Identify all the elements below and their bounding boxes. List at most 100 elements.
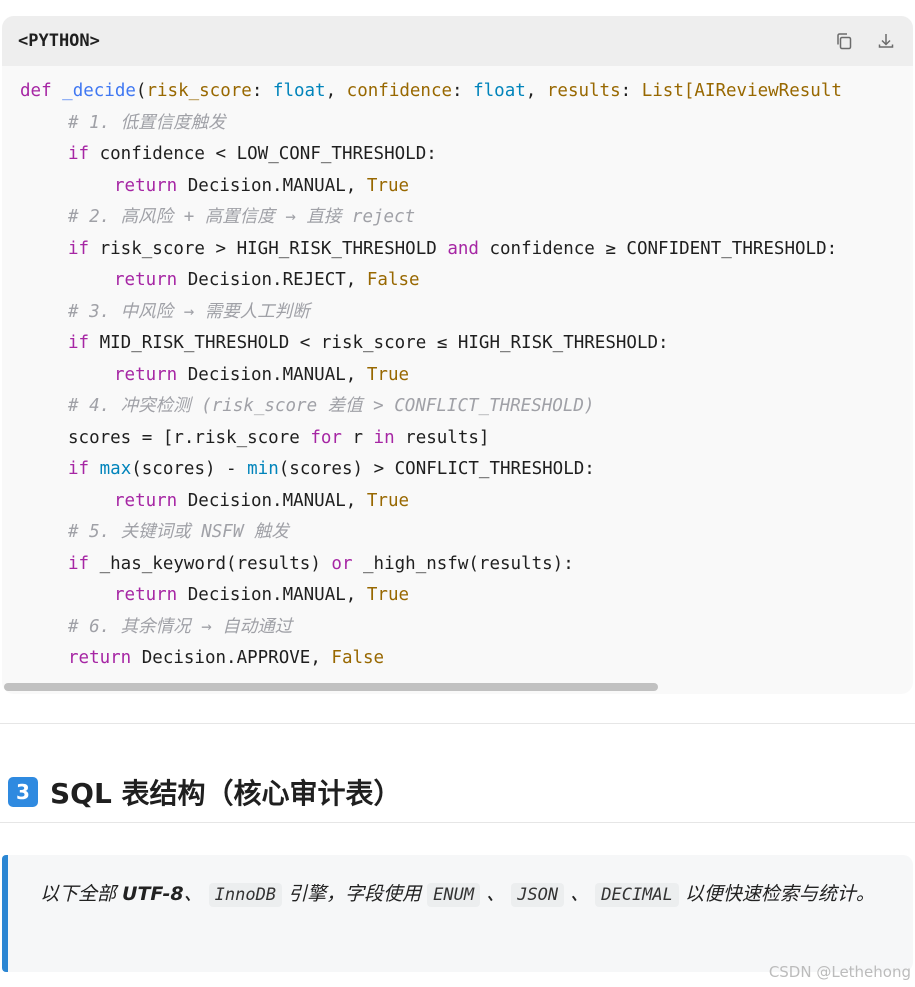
code-line: return Decision.REJECT, False <box>20 265 913 297</box>
code-token: Decision.MANUAL, <box>177 364 367 385</box>
code-token: : <box>620 81 642 101</box>
code-token: r <box>341 427 374 448</box>
code-language-label: <PYTHON> <box>18 31 100 51</box>
blockquote-note: 以下全部 UTF-8、 InnoDB 引擎，字段使用 ENUM 、 JSON 、… <box>2 855 913 972</box>
code-token: max <box>99 459 132 479</box>
code-decimal: DECIMAL <box>595 883 679 907</box>
copy-icon[interactable] <box>833 30 855 52</box>
code-token: and <box>447 238 479 259</box>
code-token: in <box>373 427 395 448</box>
code-token: MID_RISK_THRESHOLD < risk_score ≤ HIGH_R… <box>89 333 669 353</box>
code-token: _high_nsfw(results): <box>352 553 574 574</box>
code-token: Decision.APPROVE, <box>131 648 332 668</box>
code-token: Decision.REJECT, <box>177 270 367 290</box>
code-actions <box>833 30 897 52</box>
code-token: : <box>452 81 474 101</box>
note-text: 以下全部 UTF-8、 InnoDB 引擎，字段使用 ENUM 、 JSON 、… <box>40 883 875 907</box>
code-token: # 5. 关键词或 NSFW 触发 <box>68 522 289 542</box>
code-line: # 4. 冲突检测 (risk_score 差值 > CONFLICT_THRE… <box>20 391 913 423</box>
code-token: if <box>68 333 90 353</box>
code-token: scores = [r.risk_score <box>68 427 311 448</box>
code-token: risk_score > HIGH_RISK_THRESHOLD <box>89 238 448 259</box>
code-token: results <box>546 81 621 101</box>
code-token: min <box>247 459 279 479</box>
code-content: def _decide(risk_score: float, confidenc… <box>2 66 913 675</box>
code-token: results] <box>394 427 490 448</box>
code-token: confidence ≥ CONFIDENT_THRESHOLD: <box>478 238 838 259</box>
code-token: if <box>68 553 90 574</box>
code-line: if risk_score > HIGH_RISK_THRESHOLD and … <box>20 234 913 266</box>
code-token: return <box>114 270 178 290</box>
code-line: # 2. 高风险 + 高置信度 → 直接 reject <box>20 202 913 234</box>
code-token: True <box>366 585 410 605</box>
code-token: # 6. 其余情况 → 自动通过 <box>68 616 293 637</box>
code-token: return <box>114 585 178 605</box>
code-block: <PYTHON> def _decide(risk_score: float, … <box>2 16 913 694</box>
section-title: SQL 表结构（核心审计表） <box>50 777 402 810</box>
code-token: True <box>366 175 410 196</box>
code-line: return Decision.APPROVE, False <box>20 643 913 675</box>
code-line: # 3. 中风险 → 需要人工判断 <box>20 297 913 329</box>
code-token: , <box>325 81 347 101</box>
code-token: if <box>68 238 90 259</box>
bold-utf8: UTF-8 <box>122 883 184 905</box>
code-token: return <box>114 364 178 385</box>
download-icon[interactable] <box>875 30 897 52</box>
code-token: return <box>114 175 178 196</box>
divider <box>0 822 915 823</box>
code-line: return Decision.MANUAL, True <box>20 486 913 518</box>
code-token: or <box>331 553 353 574</box>
code-line: # 6. 其余情况 → 自动通过 <box>20 612 913 644</box>
code-token: , <box>525 81 547 101</box>
code-token: False <box>331 648 385 668</box>
watermark: CSDN @Lethehong <box>768 963 911 981</box>
code-token: risk_score <box>146 81 252 101</box>
code-token: Decision.MANUAL, <box>177 585 367 605</box>
code-token: _has_keyword(results) <box>89 553 332 574</box>
code-line: return Decision.MANUAL, True <box>20 580 913 612</box>
code-header: <PYTHON> <box>2 16 913 66</box>
code-token: ( <box>135 81 147 101</box>
code-line: if confidence < LOW_CONF_THRESHOLD: <box>20 139 913 171</box>
code-line: if _has_keyword(results) or _high_nsfw(r… <box>20 549 913 581</box>
code-line: return Decision.MANUAL, True <box>20 171 913 203</box>
code-token: def <box>20 81 52 101</box>
code-line: # 1. 低置信度触发 <box>20 108 913 140</box>
code-token: Decision.MANUAL, <box>177 175 367 196</box>
code-token: for <box>310 427 342 448</box>
code-token: if <box>68 459 90 479</box>
code-token: : <box>251 81 273 101</box>
code-token: # 2. 高风险 + 高置信度 → 直接 reject <box>68 207 416 227</box>
code-line: # 5. 关键词或 NSFW 触发 <box>20 517 913 549</box>
scrollbar-thumb[interactable] <box>4 683 658 691</box>
code-line: if MID_RISK_THRESHOLD < risk_score ≤ HIG… <box>20 328 913 360</box>
code-token: False <box>366 270 420 290</box>
code-token: True <box>366 364 410 385</box>
code-token: return <box>68 648 132 668</box>
code-json: JSON <box>511 883 565 907</box>
code-token: List[AIReviewResult <box>641 81 842 101</box>
code-enum: ENUM <box>427 883 481 907</box>
code-token: # 3. 中风险 → 需要人工判断 <box>68 301 310 322</box>
code-line: if max(scores) - min(scores) > CONFLICT_… <box>20 454 913 486</box>
code-token: if <box>68 144 90 164</box>
code-token: _decide <box>62 81 136 101</box>
code-line: scores = [r.risk_score for r in results] <box>20 423 913 455</box>
horizontal-scrollbar[interactable] <box>2 680 913 694</box>
code-token: # 4. 冲突检测 (risk_score 差值 > CONFLICT_THRE… <box>68 396 595 416</box>
code-token: (scores) > CONFLICT_THRESHOLD: <box>278 459 595 479</box>
divider <box>0 723 915 724</box>
code-token: # 1. 低置信度触发 <box>68 112 226 133</box>
section-heading: 3 SQL 表结构（核心审计表） <box>8 770 402 814</box>
code-line: def _decide(risk_score: float, confidenc… <box>20 76 913 108</box>
code-token: (scores) - <box>131 459 248 479</box>
code-token: return <box>114 490 178 511</box>
code-token: confidence < LOW_CONF_THRESHOLD: <box>89 144 437 164</box>
code-token: float <box>272 81 326 101</box>
code-token: True <box>366 490 410 511</box>
code-token: Decision.MANUAL, <box>177 490 367 511</box>
code-innodb: InnoDB <box>208 883 283 907</box>
code-token: float <box>473 81 526 101</box>
